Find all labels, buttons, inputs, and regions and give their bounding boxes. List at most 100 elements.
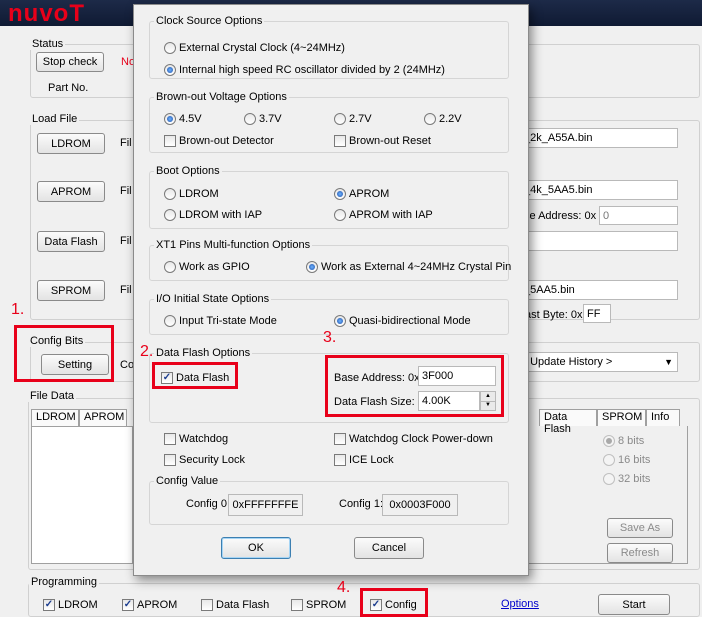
security-lock-checkbox[interactable] bbox=[164, 454, 176, 466]
config1-value: 0x0003F000 bbox=[382, 494, 458, 516]
nuvoton-logo: nuvoT bbox=[8, 0, 85, 27]
label-watchdog: Watchdog bbox=[179, 433, 229, 445]
radio-internal-rc[interactable] bbox=[164, 64, 176, 76]
brownout-detector-checkbox[interactable] bbox=[164, 135, 176, 147]
label-3-7v: 3.7V bbox=[259, 113, 282, 125]
sprom-file-field: _5AA5.bin bbox=[520, 280, 678, 300]
label-4-5v: 4.5V bbox=[179, 113, 202, 125]
label-8bits: 8 bits bbox=[618, 435, 645, 447]
tab-ldrom[interactable]: LDROM bbox=[31, 409, 79, 426]
last-byte-field[interactable]: FF bbox=[583, 304, 611, 323]
label-32bits: 32 bits bbox=[618, 473, 651, 485]
radio-4-5v[interactable] bbox=[164, 113, 176, 125]
dataflash-load-button[interactable]: Data Flash bbox=[37, 231, 105, 252]
config-value-title: Config Value bbox=[154, 475, 221, 487]
aprom-load-button[interactable]: APROM bbox=[37, 181, 105, 202]
label-ice-lock: ICE Lock bbox=[349, 454, 394, 466]
prog-sprom-label: SPROM bbox=[306, 599, 347, 611]
prog-dataflash-checkbox[interactable] bbox=[201, 599, 213, 611]
xt1-title: XT1 Pins Multi-function Options bbox=[154, 239, 313, 251]
chevron-down-icon: ▼ bbox=[664, 357, 673, 367]
watchdog-checkbox[interactable] bbox=[164, 433, 176, 445]
radio-boot-ldrom-iap[interactable] bbox=[164, 209, 176, 221]
radio-tristate[interactable] bbox=[164, 315, 176, 327]
radio-work-gpio[interactable] bbox=[164, 261, 176, 273]
radio-boot-aprom-iap[interactable] bbox=[334, 209, 346, 221]
config-label-partial: Co bbox=[120, 359, 135, 371]
prog-sprom-checkbox[interactable] bbox=[291, 599, 303, 611]
radio-2-2v[interactable] bbox=[424, 113, 436, 125]
stop-check-button[interactable]: Stop check bbox=[36, 52, 104, 72]
options-link[interactable]: Options bbox=[501, 598, 539, 610]
dataflash-title: Data Flash Options bbox=[154, 347, 253, 359]
label-external-crystal: External Crystal Clock (4~24MHz) bbox=[179, 42, 345, 54]
label-2-7v: 2.7V bbox=[349, 113, 372, 125]
prog-ldrom-checkbox[interactable]: ✓ bbox=[43, 599, 55, 611]
radio-external-crystal[interactable] bbox=[164, 42, 176, 54]
tab-sprom[interactable]: SPROM bbox=[597, 409, 646, 426]
clock-title: Clock Source Options bbox=[154, 15, 265, 27]
radio-2-7v[interactable] bbox=[334, 113, 346, 125]
radio-3-7v[interactable] bbox=[244, 113, 256, 125]
label-boot-aprom-iap: APROM with IAP bbox=[349, 209, 433, 221]
radio-boot-aprom[interactable] bbox=[334, 188, 346, 200]
sprom-file-label: Fil bbox=[120, 284, 132, 296]
label-tristate: Input Tri-state Mode bbox=[179, 315, 277, 327]
label-quasi: Quasi-bidirectional Mode bbox=[349, 315, 471, 327]
sprom-load-button[interactable]: SPROM bbox=[37, 280, 105, 301]
base-address-label: se Address: 0x bbox=[524, 210, 597, 222]
radio-8bits[interactable] bbox=[603, 435, 615, 447]
radio-32bits[interactable] bbox=[603, 473, 615, 485]
cancel-button[interactable]: Cancel bbox=[354, 537, 424, 559]
label-internal-rc: Internal high speed RC oscillator divide… bbox=[179, 64, 445, 76]
highlight-dataflash-fields bbox=[325, 355, 504, 417]
last-byte-label: ast Byte: 0x bbox=[525, 309, 583, 321]
radio-boot-ldrom[interactable] bbox=[164, 188, 176, 200]
tab-info[interactable]: Info bbox=[646, 409, 680, 426]
label-boot-ldrom-iap: LDROM with IAP bbox=[179, 209, 263, 221]
file-data-label: File Data bbox=[28, 390, 77, 402]
label-16bits: 16 bits bbox=[618, 454, 651, 466]
refresh-button[interactable]: Refresh bbox=[607, 543, 673, 563]
highlight-setting bbox=[14, 325, 114, 382]
highlight-dataflash-checkbox bbox=[152, 362, 238, 389]
brownout-reset-checkbox[interactable] bbox=[334, 135, 346, 147]
prog-ldrom-label: LDROM bbox=[58, 599, 98, 611]
annotation-4: 4. bbox=[337, 579, 351, 596]
load-file-label: Load File bbox=[30, 113, 80, 125]
tab-aprom[interactable]: APROM bbox=[79, 409, 127, 426]
aprom-file-field: _4k_5AA5.bin bbox=[520, 180, 678, 200]
ldrom-load-button[interactable]: LDROM bbox=[37, 133, 105, 154]
label-security-lock: Security Lock bbox=[179, 454, 246, 466]
annotation-2: 2. bbox=[140, 343, 154, 360]
radio-work-crystal[interactable] bbox=[306, 261, 318, 273]
history-dropdown[interactable]: : Update History > ▼ bbox=[520, 352, 678, 372]
ldrom-file-field: _2k_A55A.bin bbox=[520, 128, 678, 148]
radio-quasi[interactable] bbox=[334, 315, 346, 327]
config1-label: Config 1: bbox=[339, 498, 384, 510]
highlight-config-checkbox bbox=[360, 588, 428, 617]
label-brownout-reset: Brown-out Reset bbox=[349, 135, 431, 147]
status-group-label: Status bbox=[30, 38, 66, 50]
aprom-file-label: Fil bbox=[120, 185, 132, 197]
ice-lock-checkbox[interactable] bbox=[334, 454, 346, 466]
radio-16bits[interactable] bbox=[603, 454, 615, 466]
config0-value: 0xFFFFFFFE bbox=[228, 494, 303, 516]
prog-aprom-checkbox[interactable]: ✓ bbox=[122, 599, 134, 611]
config0-label: Config 0: bbox=[186, 498, 231, 510]
part-no-label: Part No. bbox=[48, 82, 89, 94]
base-address-field[interactable]: 0 bbox=[599, 206, 678, 225]
file-data-view[interactable] bbox=[31, 426, 133, 564]
annotation-3: 3. bbox=[323, 329, 337, 346]
prog-dataflash-label: Data Flash bbox=[216, 599, 270, 611]
io-title: I/O Initial State Options bbox=[154, 293, 272, 305]
label-work-gpio: Work as GPIO bbox=[179, 261, 250, 273]
save-as-button[interactable]: Save As bbox=[607, 518, 673, 538]
dataflash-file-label: Fil bbox=[120, 235, 132, 247]
watchdog-pd-checkbox[interactable] bbox=[334, 433, 346, 445]
tab-dataflash[interactable]: Data Flash bbox=[539, 409, 597, 435]
programming-label: Programming bbox=[29, 576, 100, 588]
brownout-title: Brown-out Voltage Options bbox=[154, 91, 289, 103]
start-button[interactable]: Start bbox=[598, 594, 670, 615]
ok-button[interactable]: OK bbox=[221, 537, 291, 559]
